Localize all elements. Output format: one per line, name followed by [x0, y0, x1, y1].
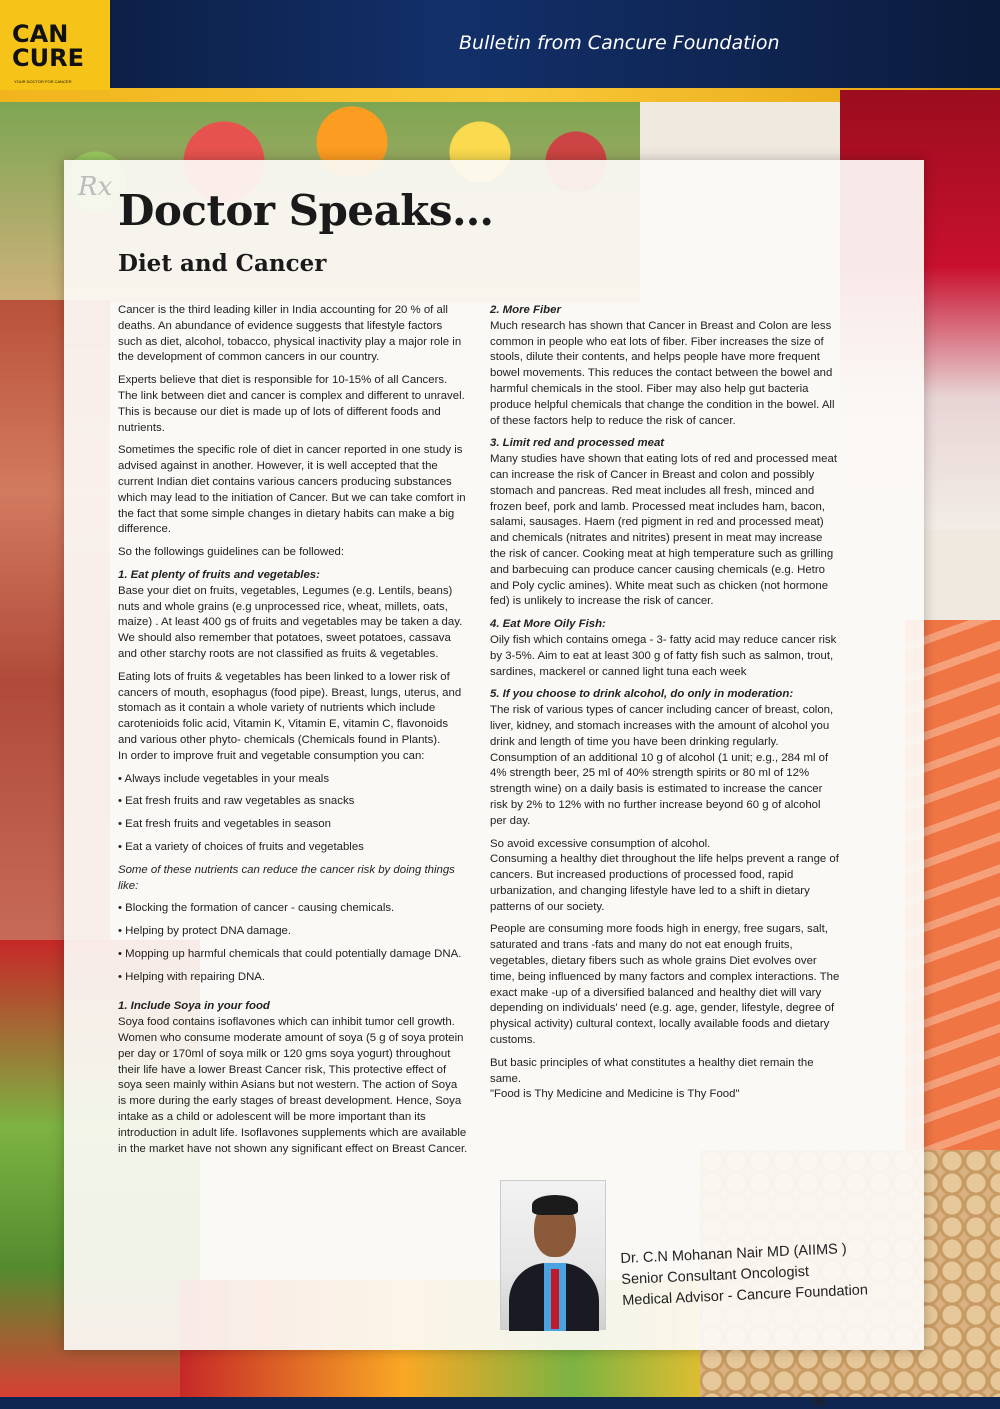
paragraph: The risk of various types of cancer incl… [490, 704, 834, 827]
photo-tie [551, 1269, 559, 1329]
paragraph: But basic principles of what constitutes… [490, 1056, 814, 1085]
list-item: • Blocking the formation of cancer - cau… [118, 902, 395, 915]
paragraph: Cancer is the third leading killer in In… [118, 304, 462, 364]
paragraph: Much research has shown that Cancer in B… [490, 319, 835, 427]
article-title: Doctor Speaks… [118, 186, 494, 235]
paragraph: So avoid excessive consumption of alcoho… [490, 837, 711, 850]
paragraph: So the followings guidelines can be foll… [118, 546, 345, 559]
list-item: • Mopping up harmful chemicals that coul… [118, 947, 462, 960]
list-item: • Eat a variety of choices of fruits and… [118, 840, 364, 853]
author-signature: Dr. C.N Mohanan Nair MD (AIIMS ) Senior … [620, 1237, 902, 1312]
bulletin-title: Bulletin from Cancure Foundation [459, 32, 780, 54]
list-item: • Helping with repairing DNA. [118, 970, 266, 983]
paragraph: Base your diet on fruits, vegetables, Le… [118, 584, 463, 660]
list-item: • Eat fresh fruits and raw vegetables as… [118, 795, 355, 808]
page-number: 05 [812, 1395, 826, 1409]
paragraph: Oily fish which contains omega - 3- fatt… [490, 633, 837, 678]
paragraph: Soya food contains isoflavones which can… [118, 1016, 468, 1155]
paragraph: Consuming a healthy diet throughout the … [490, 853, 839, 913]
list-item: • Always include vegetables in your meal… [118, 772, 330, 785]
photo-hair [532, 1195, 578, 1215]
section-heading: 4. Eat More Oily Fish: [490, 618, 606, 631]
author-photo [500, 1180, 606, 1331]
cancure-logo: CAN CURE YOUR DOCTOR FOR CANCER [0, 0, 110, 90]
paragraph: People are consuming more foods high in … [490, 923, 840, 1047]
section-heading: 1. Eat plenty of fruits and vegetables: [118, 568, 320, 581]
paragraph: In order to improve fruit and vegetable … [118, 749, 425, 762]
paragraph: Eating lots of fruits & vegetables has b… [118, 670, 462, 746]
nutrients-intro: Some of these nutrients can reduce the c… [118, 863, 455, 892]
list-item: • Eat fresh fruits and vegetables in sea… [118, 818, 331, 831]
article-column-right: 2. More Fiber Much research has shown th… [490, 303, 840, 1110]
logo-tagline: YOUR DOCTOR FOR CANCER [14, 79, 72, 84]
section-heading: 3. Limit red and processed meat [490, 437, 665, 450]
closing-quote: "Food is Thy Medicine and Medicine is Th… [490, 1088, 740, 1101]
article-column-left: Cancer is the third leading killer in In… [118, 303, 468, 1164]
list-item: • Helping by protect DNA damage. [118, 925, 292, 938]
logo-text: CAN CURE [12, 20, 84, 72]
paragraph: Experts believe that diet is responsible… [118, 374, 465, 434]
footer-band [0, 1397, 1000, 1409]
paragraph: Many studies have shown that eating lots… [490, 453, 837, 608]
section-heading: 5. If you choose to drink alcohol, do on… [490, 688, 794, 701]
paragraph: Sometimes the specific role of diet in c… [118, 444, 466, 536]
section-heading: 1. Include Soya in your food [118, 1000, 270, 1013]
article-subtitle: Diet and Cancer [118, 250, 327, 277]
rx-symbol: Rx [78, 172, 113, 202]
section-heading: 2. More Fiber [490, 304, 561, 316]
